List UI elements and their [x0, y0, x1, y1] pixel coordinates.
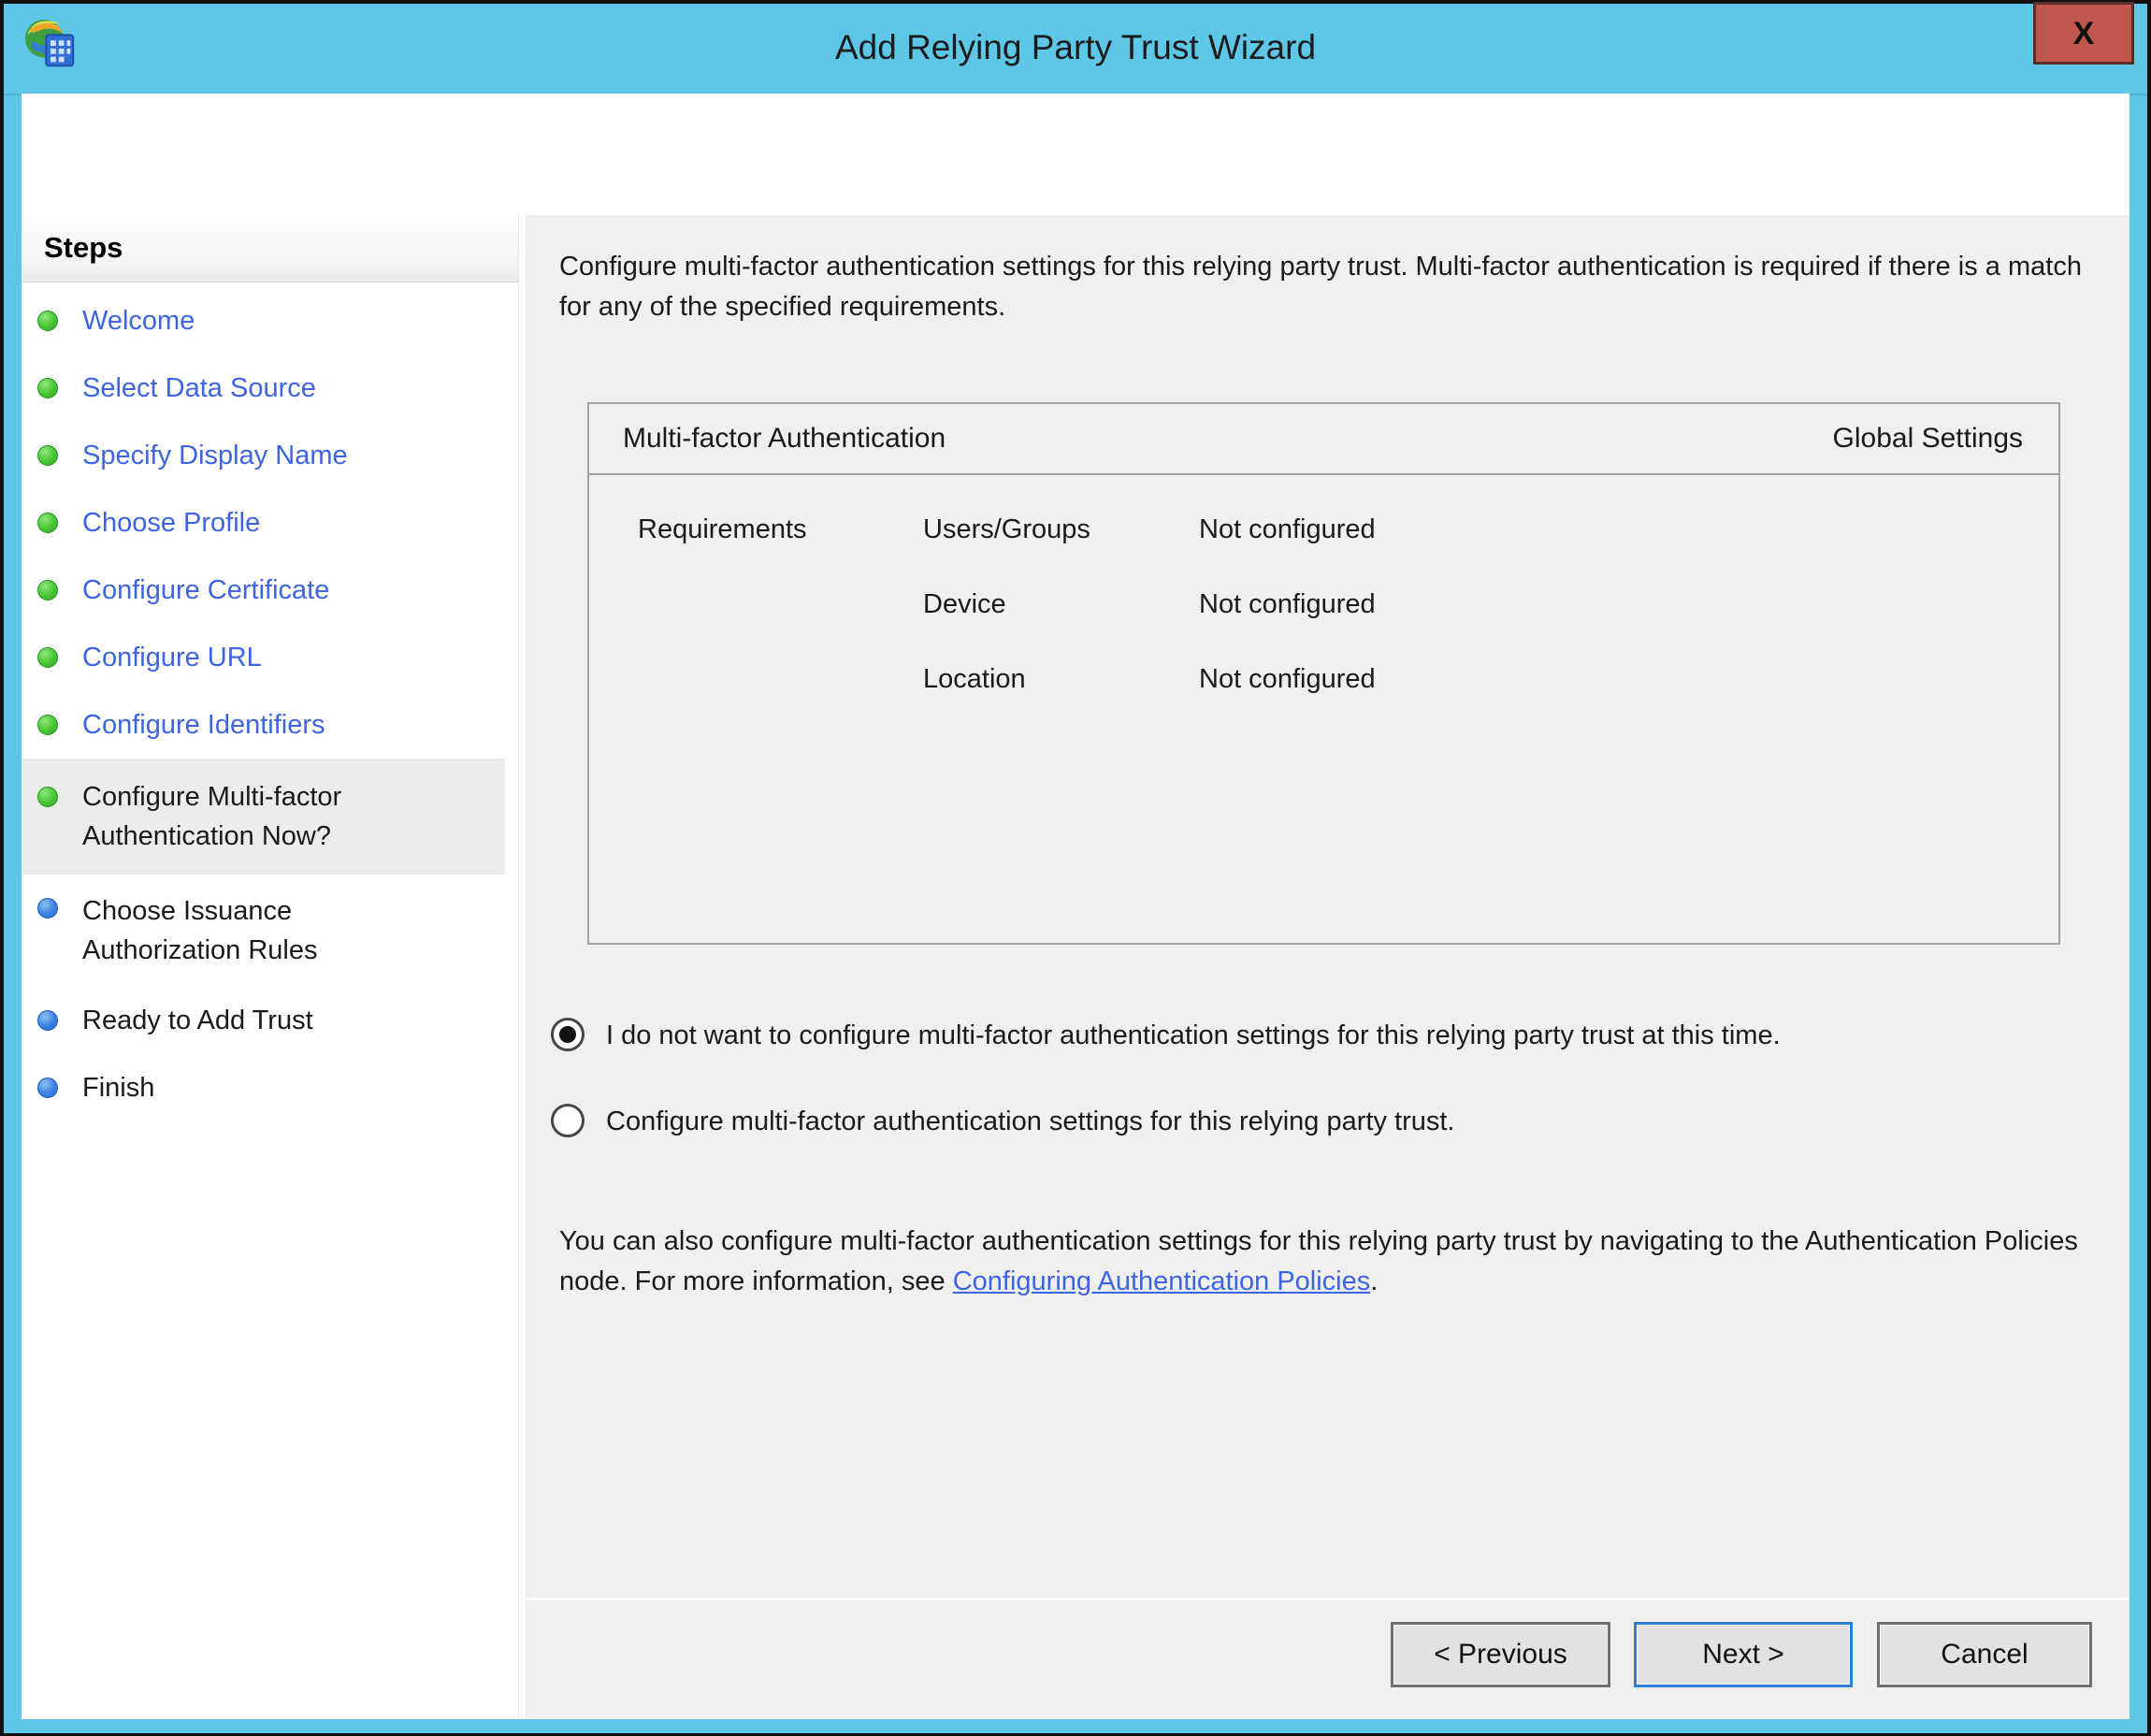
window-chrome: Add Relying Party Trust Wizard X Steps W… — [4, 4, 2147, 1733]
step-item-ready-to-add-trust: Ready to Add Trust — [22, 987, 518, 1054]
mfa-requirement-value: Not configured — [1199, 513, 2058, 587]
step-completed-bullet-icon — [37, 647, 58, 668]
step-label: Select Data Source — [82, 371, 316, 405]
step-label: Configure URL — [82, 641, 262, 674]
mfa-requirement-name: Location — [923, 662, 1199, 737]
step-item-choose-issuance-authorization-rules: Choose IssuanceAuthorization Rules — [22, 875, 518, 987]
step-pending-bullet-icon — [37, 1010, 58, 1031]
step-label: Finish — [82, 1071, 154, 1105]
mfa-requirement-name: Users/Groups — [923, 513, 1199, 587]
step-completed-bullet-icon — [37, 787, 58, 807]
steps-list: Welcome Select Data Source Specify Display… — [22, 287, 518, 1121]
step-completed-bullet-icon — [37, 580, 58, 600]
close-button[interactable]: X — [2033, 2, 2134, 65]
radio-option-label: Configure multi-factor authentication se… — [606, 1104, 1454, 1139]
mfa-requirement-row-location: LocationNot configured — [638, 662, 2058, 737]
step-label: Configure Multi-factorAuthentication Now… — [82, 777, 341, 856]
step-item-configure-multi-factor-authentication-now: Configure Multi-factorAuthentication Now… — [22, 759, 505, 875]
step-completed-bullet-icon — [37, 715, 58, 735]
step-label: Configure Certificate — [82, 573, 329, 607]
mfa-requirement-row-device: DeviceNot configured — [638, 587, 2058, 662]
mfa-radio-group: I do not want to configure multi-factor … — [551, 1018, 2092, 1190]
step-label: Welcome — [82, 304, 195, 338]
window-title: Add Relying Party Trust Wizard — [4, 4, 2147, 94]
step-item-configure-url[interactable]: Configure URL — [22, 624, 518, 691]
step-label: Specify Display Name — [82, 439, 348, 472]
mfa-panel-title: Multi-factor Authentication — [623, 423, 946, 455]
steps-heading: Steps — [22, 215, 518, 282]
step-completed-bullet-icon — [37, 513, 58, 533]
mfa-requirement-value: Not configured — [1199, 587, 2058, 662]
mfa-radio-option-1[interactable]: I do not want to configure multi-factor … — [551, 1018, 2092, 1053]
step-label: Ready to Add Trust — [82, 1004, 313, 1037]
step-item-choose-profile[interactable]: Choose Profile — [22, 489, 518, 557]
step-item-welcome[interactable]: Welcome — [22, 287, 518, 354]
step-completed-bullet-icon — [37, 311, 58, 331]
mfa-requirement-value: Not configured — [1199, 662, 2058, 737]
titlebar: Add Relying Party Trust Wizard X — [4, 4, 2147, 95]
radio-selected-icon[interactable] — [551, 1018, 585, 1051]
footnote-after: . — [1370, 1266, 1378, 1296]
wizard-body: Steps Welcome Select Data Source Specify D… — [22, 94, 2129, 1719]
mfa-panel-global-settings: Global Settings — [1833, 423, 2023, 455]
intro-text: Configure multi-factor authentication se… — [559, 247, 2098, 327]
step-item-finish: Finish — [22, 1054, 518, 1121]
mfa-rows: RequirementsUsers/GroupsNot configuredDe… — [589, 475, 2058, 737]
mfa-radio-option-2[interactable]: Configure multi-factor authentication se… — [551, 1104, 2092, 1139]
mfa-row-group-label — [638, 662, 923, 737]
step-completed-bullet-icon — [37, 445, 58, 466]
mfa-panel-header: Multi-factor Authentication Global Setti… — [589, 404, 2058, 475]
step-item-configure-certificate[interactable]: Configure Certificate — [22, 557, 518, 624]
step-completed-bullet-icon — [37, 378, 58, 398]
mfa-requirement-name: Device — [923, 587, 1199, 662]
step-item-configure-identifiers[interactable]: Configure Identifiers — [22, 691, 518, 759]
step-item-select-data-source[interactable]: Select Data Source — [22, 354, 518, 422]
wizard-content: Configure multi-factor authentication se… — [526, 215, 2129, 1719]
radio-option-label: I do not want to configure multi-factor … — [606, 1018, 1781, 1053]
steps-sidebar: Steps Welcome Select Data Source Specify D… — [22, 215, 519, 1719]
step-label: Choose Profile — [82, 506, 260, 540]
previous-button[interactable]: < Previous — [1391, 1622, 1610, 1687]
mfa-row-group-label — [638, 587, 923, 662]
step-item-specify-display-name[interactable]: Specify Display Name — [22, 422, 518, 489]
step-label: Choose IssuanceAuthorization Rules — [82, 891, 317, 970]
mfa-requirement-row-users-groups: RequirementsUsers/GroupsNot configured — [638, 513, 2058, 587]
step-pending-bullet-icon — [37, 1078, 58, 1098]
step-label: Configure Identifiers — [82, 708, 325, 742]
configuring-auth-policies-link[interactable]: Configuring Authentication Policies — [953, 1266, 1371, 1296]
footnote-text: You can also configure multi-factor auth… — [559, 1222, 2098, 1302]
mfa-settings-panel: Multi-factor Authentication Global Setti… — [587, 402, 2060, 945]
button-bar-divider — [526, 1598, 2129, 1600]
close-icon: X — [2073, 18, 2095, 50]
next-button[interactable]: Next > — [1634, 1622, 1853, 1687]
radio-unselected-icon[interactable] — [551, 1104, 585, 1137]
mfa-row-group-label: Requirements — [638, 513, 923, 587]
cancel-button[interactable]: Cancel — [1877, 1622, 2092, 1687]
step-pending-bullet-icon — [37, 898, 58, 919]
